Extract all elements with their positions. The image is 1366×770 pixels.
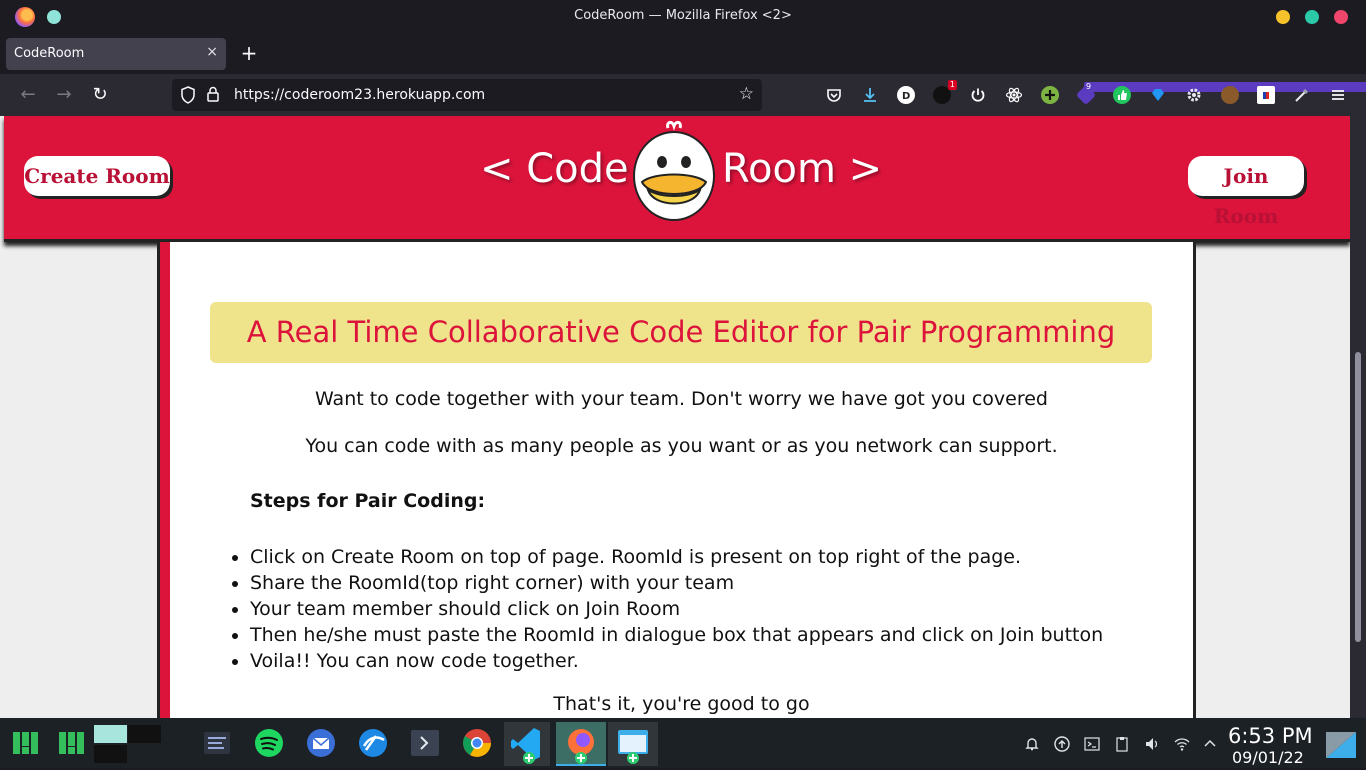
manjaro-settings-icon[interactable] bbox=[54, 726, 88, 760]
url-bar[interactable]: https://coderoom23.herokuapp.com ☆ bbox=[172, 79, 762, 111]
tray-expand-chevron-icon[interactable] bbox=[1202, 736, 1218, 752]
firefox-taskbar-item[interactable] bbox=[556, 722, 606, 766]
flag-extension-icon[interactable] bbox=[1257, 86, 1275, 104]
create-room-button[interactable]: Create Room bbox=[24, 156, 170, 196]
site-header: Create Room < Code Room > Join Room bbox=[4, 116, 1350, 242]
power-icon[interactable] bbox=[969, 86, 987, 104]
forward-button[interactable]: → bbox=[52, 84, 76, 106]
extension-badge: 1 bbox=[947, 80, 957, 90]
new-tab-button[interactable]: + bbox=[238, 41, 260, 65]
list-item: Then he/she must paste the RoomId in dia… bbox=[250, 622, 1103, 648]
volume-icon[interactable] bbox=[1144, 736, 1160, 752]
outro-text: That's it, you're good to go bbox=[553, 693, 810, 715]
svg-text:D: D bbox=[902, 91, 910, 102]
close-window-button[interactable] bbox=[1334, 10, 1348, 24]
lock-icon[interactable] bbox=[206, 86, 220, 106]
diamond-icon[interactable] bbox=[1149, 86, 1167, 104]
join-room-button[interactable]: Join Room bbox=[1188, 156, 1304, 228]
window-titlebar: CodeRoom — Mozilla Firefox <2> bbox=[0, 0, 1366, 34]
spotify-icon[interactable] bbox=[252, 726, 286, 760]
react-devtools-icon[interactable] bbox=[1005, 86, 1023, 104]
list-item: Click on Create Room on top of page. Roo… bbox=[250, 544, 1103, 570]
updates-icon[interactable] bbox=[1054, 736, 1070, 752]
tracking-protection-icon[interactable] bbox=[180, 86, 196, 104]
file-manager-taskbar-item[interactable] bbox=[608, 722, 658, 766]
intro-text-1: Want to code together with your team. Do… bbox=[314, 388, 1048, 410]
system-monitor-icon[interactable] bbox=[200, 726, 234, 760]
page-viewport: Create Room < Code Room > Join Room A Re… bbox=[0, 116, 1366, 718]
intro-text-2: You can code with as many people as you … bbox=[305, 435, 1058, 457]
maximize-button[interactable] bbox=[1305, 10, 1319, 24]
window-title: CodeRoom — Mozilla Firefox <2> bbox=[574, 8, 792, 23]
cookie-icon[interactable] bbox=[1221, 86, 1239, 104]
extension-d-icon[interactable]: D bbox=[897, 86, 915, 104]
desktop-4-pager[interactable] bbox=[128, 745, 161, 763]
add-extension-icon[interactable] bbox=[1041, 86, 1059, 104]
clock-time[interactable]: 6:53 PM bbox=[1228, 724, 1313, 748]
pocket-icon[interactable] bbox=[825, 86, 843, 104]
desktop-1-pager[interactable] bbox=[94, 725, 127, 743]
duck-logo-icon bbox=[624, 120, 724, 228]
desktop-3-pager[interactable] bbox=[94, 745, 127, 763]
menu-hamburger-icon[interactable] bbox=[1329, 86, 1347, 104]
show-desktop-icon[interactable] bbox=[1324, 730, 1358, 760]
list-item: Share the RoomId(top right corner) with … bbox=[250, 570, 1103, 596]
vscode-taskbar-item[interactable] bbox=[504, 722, 550, 766]
clock-date[interactable]: 09/01/22 bbox=[1232, 748, 1304, 767]
desktop-2-pager[interactable] bbox=[128, 725, 161, 743]
downloads-icon[interactable] bbox=[861, 86, 879, 104]
clipboard-icon[interactable] bbox=[1114, 736, 1130, 752]
notifications-icon[interactable] bbox=[1024, 736, 1040, 752]
web-browser-icon[interactable] bbox=[356, 726, 390, 760]
bookmark-star-icon[interactable]: ☆ bbox=[739, 84, 754, 104]
chrome-icon[interactable] bbox=[460, 726, 494, 760]
eyedropper-icon[interactable] bbox=[1293, 86, 1311, 104]
list-item: Your team member should click on Join Ro… bbox=[250, 596, 1103, 622]
thumbs-up-icon[interactable] bbox=[1113, 86, 1131, 104]
tab-strip: CodeRoom × + bbox=[0, 34, 1366, 74]
reload-button[interactable]: ↻ bbox=[88, 84, 112, 106]
terminal-icon[interactable] bbox=[408, 726, 442, 760]
minimize-button[interactable] bbox=[1276, 10, 1290, 24]
mail-client-icon[interactable] bbox=[304, 726, 338, 760]
back-button[interactable]: ← bbox=[16, 84, 40, 106]
page-scrollbar[interactable] bbox=[1350, 116, 1366, 718]
logo-text-right: Room > bbox=[722, 146, 883, 192]
tab-label: CodeRoom bbox=[14, 46, 85, 61]
tab-coderoom[interactable]: CodeRoom × bbox=[6, 38, 226, 70]
steps-list: Click on Create Room on top of page. Roo… bbox=[250, 544, 1103, 674]
manjaro-menu-icon[interactable] bbox=[8, 726, 42, 760]
navigation-toolbar: ← → ↻ https://coderoom23.herokuapp.com ☆… bbox=[0, 74, 1366, 116]
tab-close-icon[interactable]: × bbox=[206, 44, 218, 60]
headline-banner: A Real Time Collaborative Code Editor fo… bbox=[210, 302, 1152, 363]
content-card: A Real Time Collaborative Code Editor fo… bbox=[160, 242, 1196, 718]
settings-gear-icon[interactable] bbox=[1185, 86, 1203, 104]
system-taskbar: 6:53 PM 09/01/22 bbox=[0, 718, 1366, 768]
wifi-icon[interactable] bbox=[1174, 736, 1190, 752]
url-text[interactable]: https://coderoom23.herokuapp.com bbox=[234, 87, 485, 103]
logo-text-left: < Code bbox=[480, 146, 629, 192]
scrollbar-thumb[interactable] bbox=[1355, 352, 1361, 642]
terminal-tray-icon[interactable] bbox=[1084, 736, 1100, 752]
steps-heading: Steps for Pair Coding: bbox=[250, 490, 486, 512]
extension-notify-icon[interactable]: 1 bbox=[933, 80, 957, 104]
list-item: Voila!! You can now code together. bbox=[250, 648, 1103, 674]
